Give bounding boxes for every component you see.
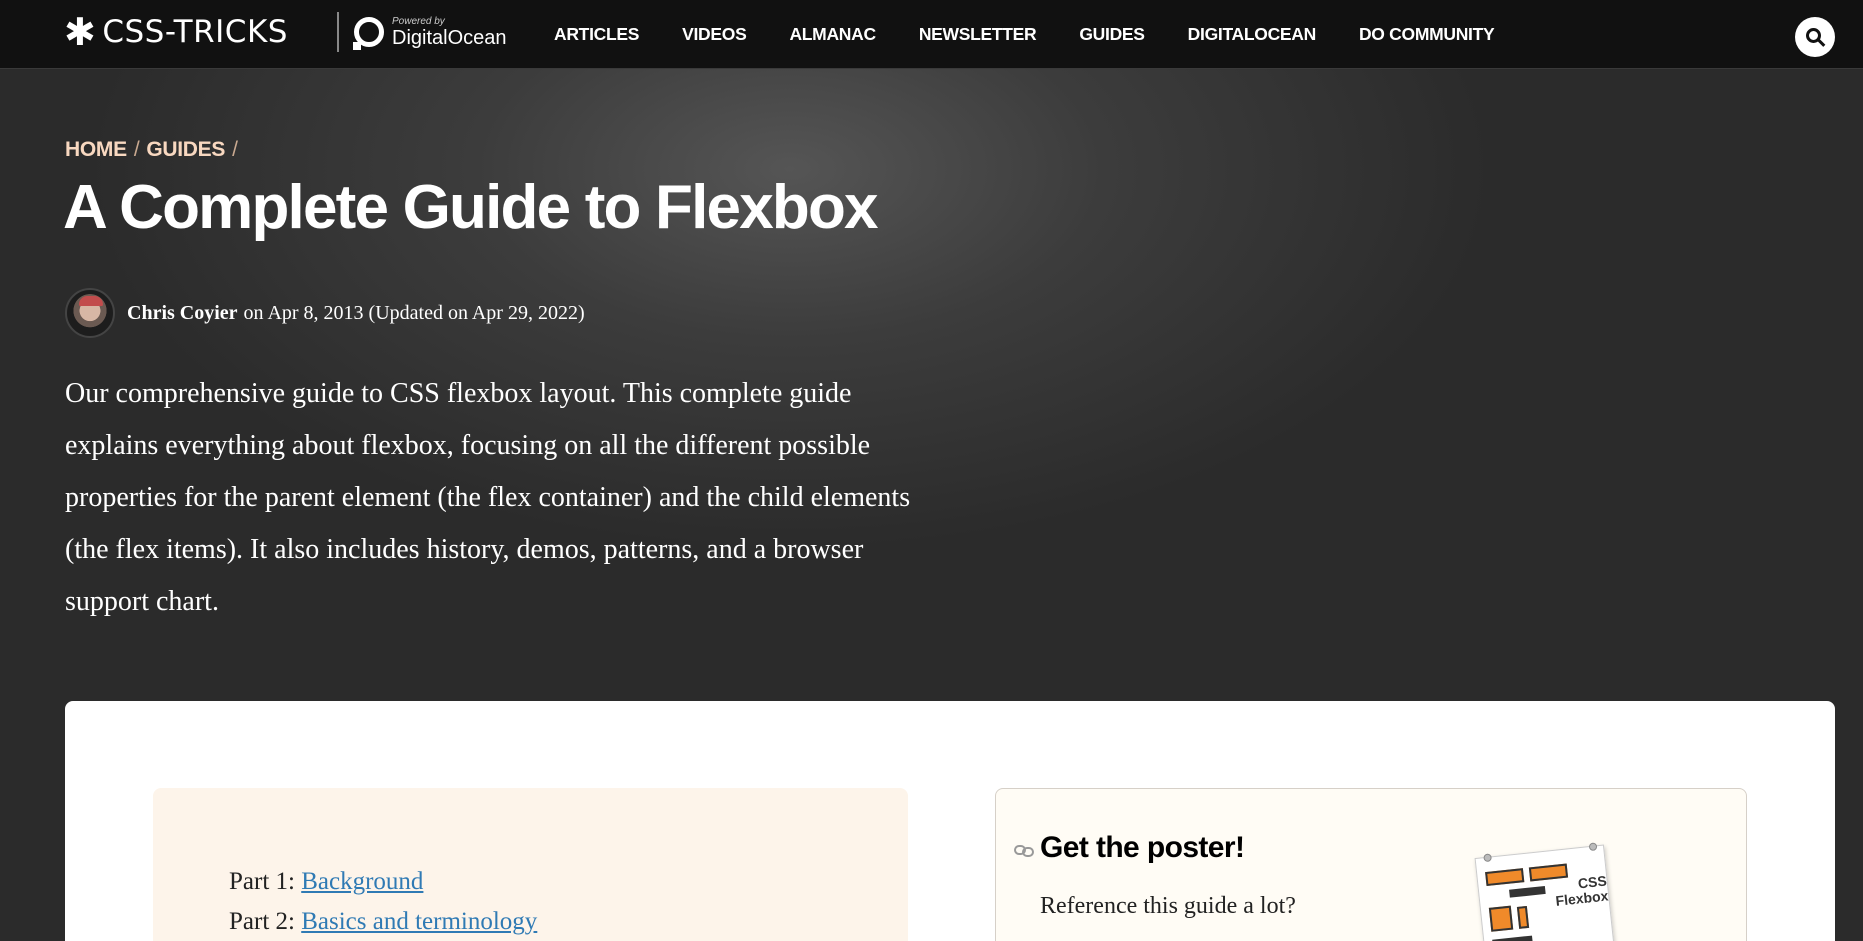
poster-text: Reference this guide a lot? — [1040, 893, 1296, 919]
pin-icon — [1483, 853, 1492, 863]
search-button[interactable] — [1795, 17, 1835, 57]
toc-item: Part 1: Background — [229, 868, 423, 896]
poster-title: Get the poster! — [1040, 831, 1245, 864]
link-icon[interactable] — [1014, 845, 1034, 857]
breadcrumb-separator: / — [232, 138, 238, 161]
css-tricks-logo[interactable]: ✱ CSS-TRICKS — [64, 12, 288, 52]
toc-item: Part 2: Basics and terminology — [229, 908, 537, 936]
powered-by-label: Powered by — [392, 15, 445, 27]
article-byline: Chris Coyier on Apr 8, 2013 (Updated on … — [65, 288, 585, 338]
nav-almanac[interactable]: ALMANAC — [789, 24, 876, 45]
toc-link-basics[interactable]: Basics and terminology — [301, 908, 537, 935]
poster-promo: Get the poster! Reference this guide a l… — [995, 788, 1747, 941]
logo-divider — [337, 12, 339, 52]
main-nav: ARTICLES VIDEOS ALMANAC NEWSLETTER GUIDE… — [554, 24, 1537, 45]
page-title: A Complete Guide to Flexbox — [63, 173, 879, 242]
breadcrumb: HOME / GUIDES / — [65, 138, 245, 162]
toc-link-background[interactable]: Background — [301, 868, 423, 895]
nav-digitalocean[interactable]: DIGITALOCEAN — [1188, 24, 1317, 45]
nav-guides[interactable]: GUIDES — [1079, 24, 1145, 45]
nav-newsletter[interactable]: NEWSLETTER — [919, 24, 1037, 45]
toc-item-prefix: Part 2: — [229, 908, 295, 935]
asterisk-logo-icon: ✱ — [64, 10, 97, 54]
top-navigation-bar: ✱ CSS-TRICKS Powered by DigitalOcean ART… — [0, 0, 1863, 69]
article-intro: Our comprehensive guide to CSS flexbox l… — [65, 378, 911, 617]
poster-thumb-label: CSS Flexbox — [1554, 872, 1610, 909]
digitalocean-brand[interactable]: Powered by DigitalOcean — [353, 12, 507, 52]
publish-date: on Apr 8, 2013 (Updated on Apr 29, 2022) — [243, 301, 585, 324]
search-icon — [1806, 28, 1821, 43]
digitalocean-icon — [353, 17, 384, 50]
breadcrumb-home[interactable]: HOME — [65, 138, 127, 162]
nav-do-community[interactable]: DO COMMUNITY — [1359, 24, 1495, 45]
nav-videos[interactable]: VIDEOS — [682, 24, 747, 45]
pin-icon — [1588, 842, 1598, 852]
table-of-contents: Part 1: Background Part 2: Basics and te… — [153, 788, 908, 941]
poster-thumbnail[interactable]: CSS Flexbox — [1474, 842, 1618, 941]
author-avatar[interactable] — [65, 288, 115, 338]
logo-text: CSS-TRICKS — [102, 14, 288, 50]
breadcrumb-guides[interactable]: GUIDES — [146, 138, 225, 162]
author-link[interactable]: Chris Coyier — [127, 302, 238, 325]
sponsor-name: DigitalOcean — [392, 26, 507, 49]
article-content-card: Part 1: Background Part 2: Basics and te… — [65, 701, 1835, 941]
toc-item-prefix: Part 1: — [229, 868, 295, 895]
breadcrumb-separator: / — [133, 138, 140, 161]
nav-articles[interactable]: ARTICLES — [554, 24, 639, 45]
